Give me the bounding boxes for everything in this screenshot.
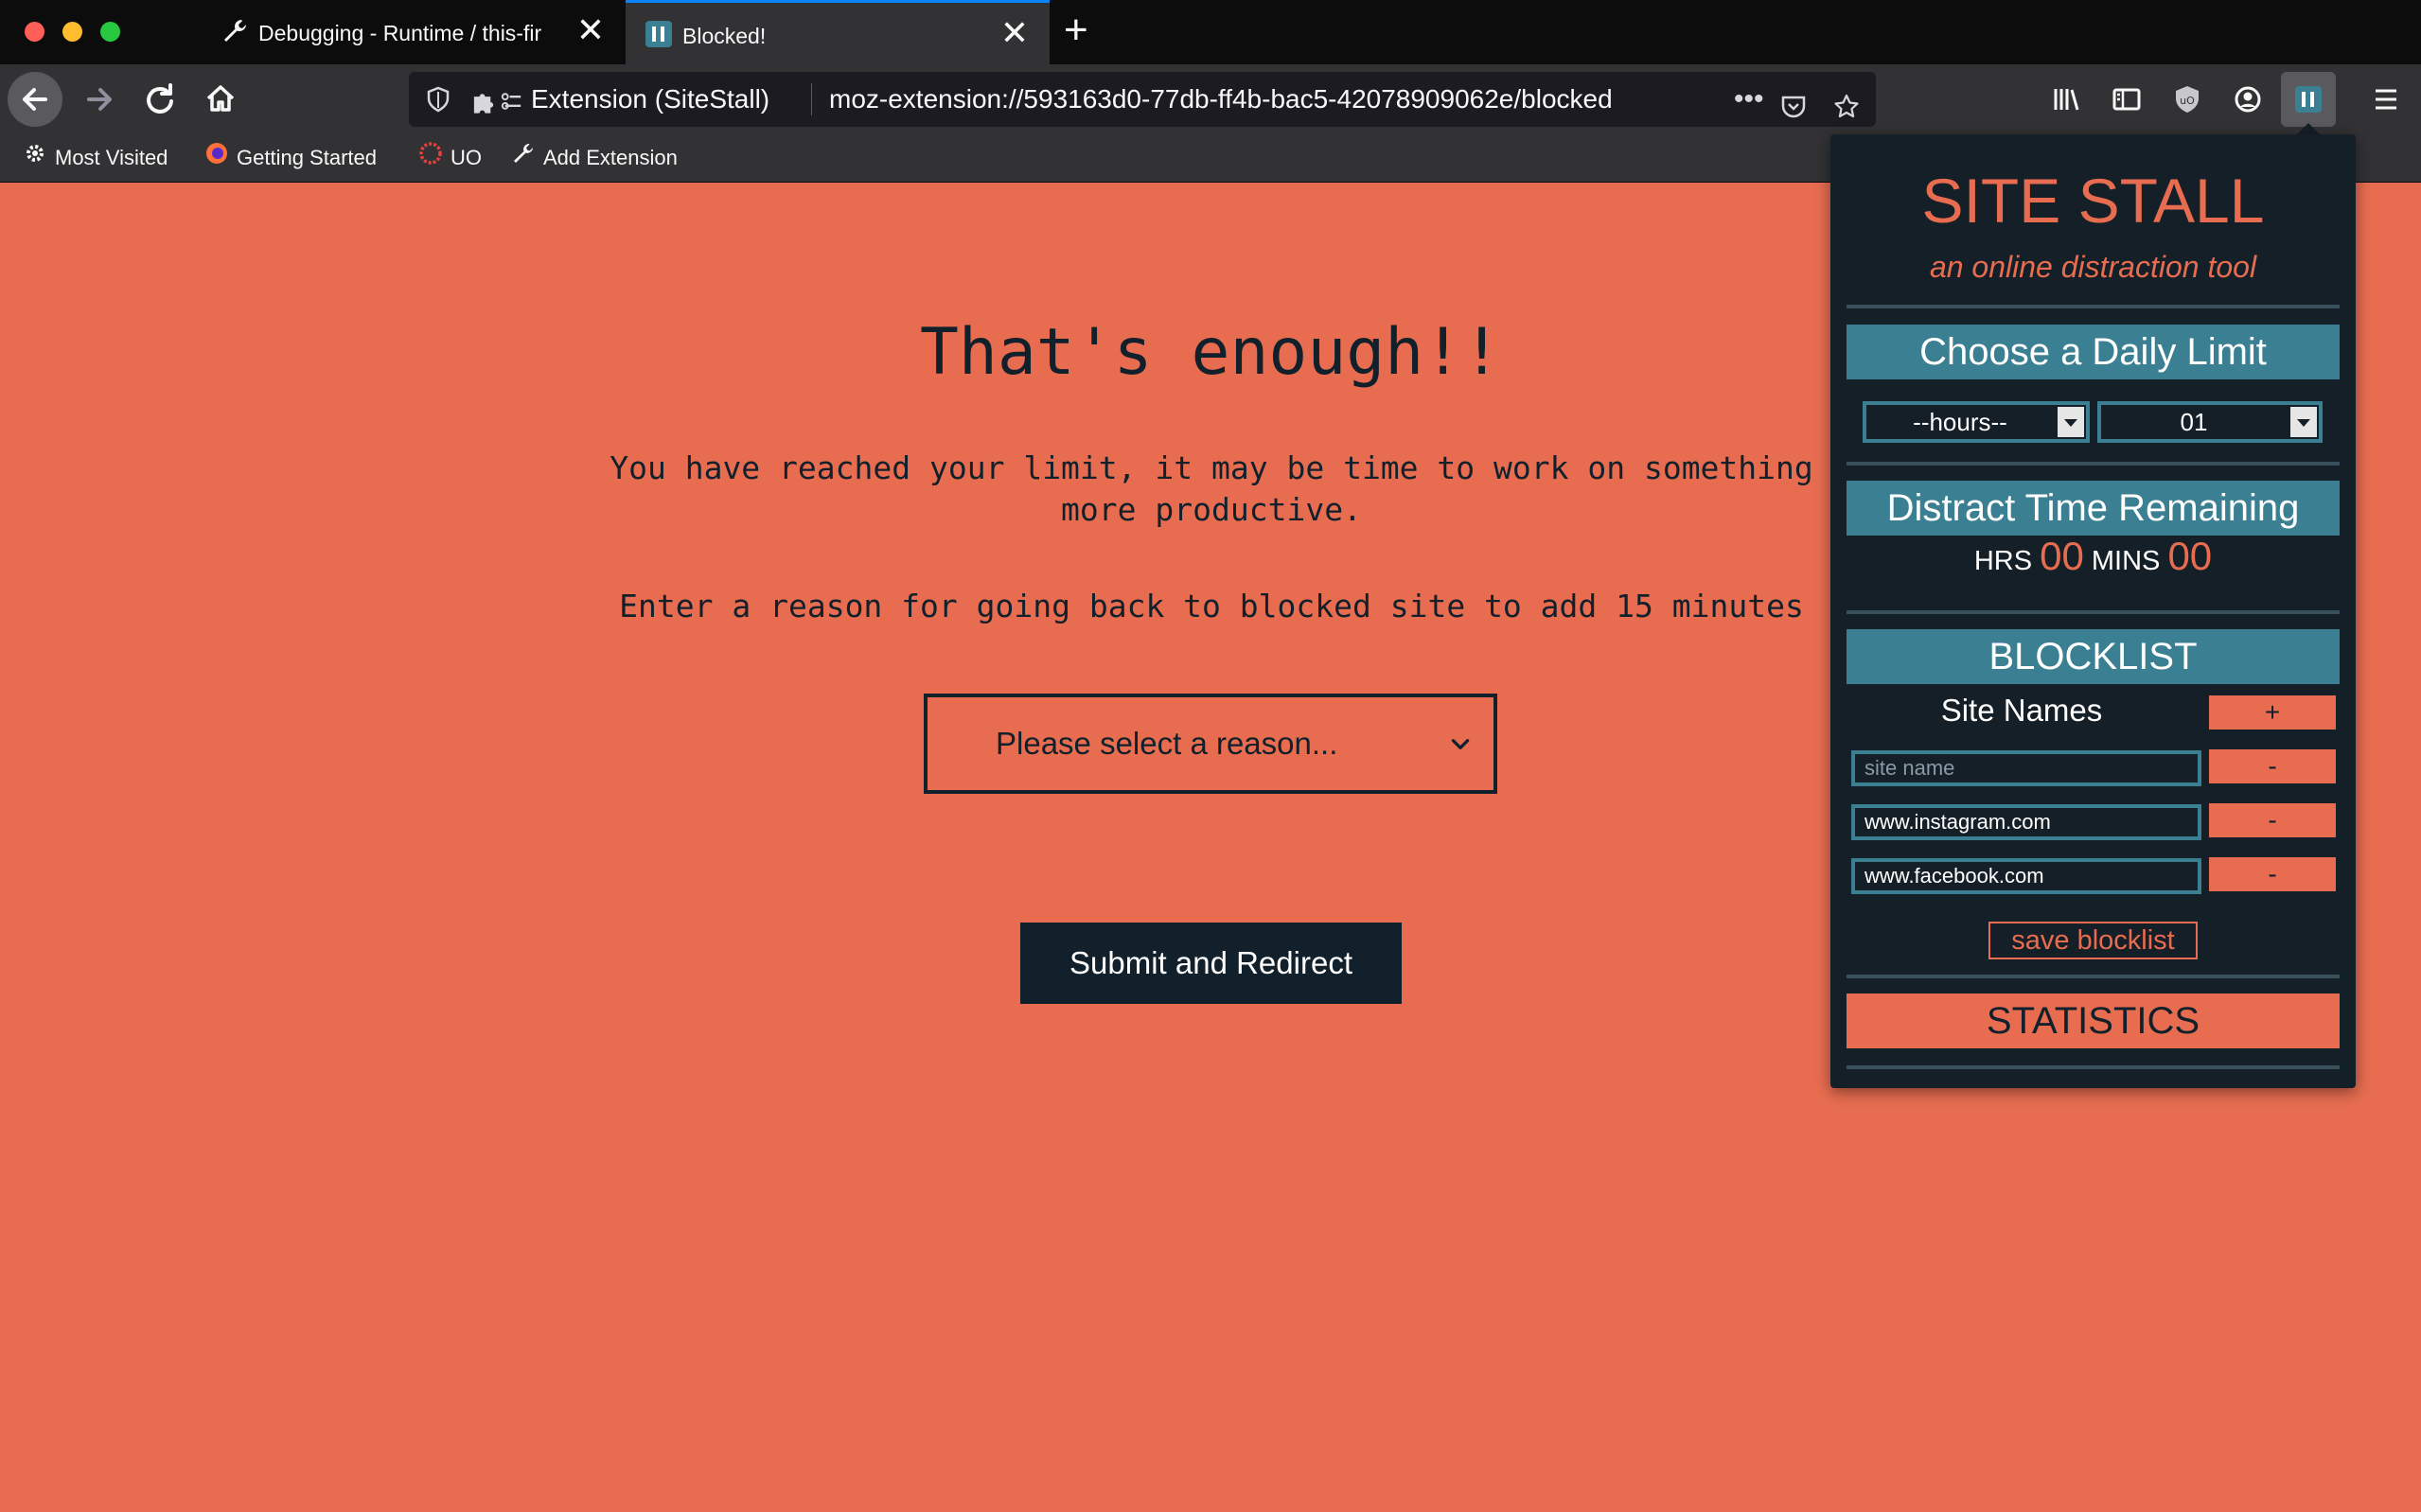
library-icon — [2054, 89, 2079, 111]
new-site-input[interactable]: site name — [1851, 750, 2201, 786]
bookmark-uo[interactable]: UO — [418, 134, 482, 182]
hamburger-menu-icon — [2376, 89, 2396, 110]
site-identity[interactable]: Extension (SiteStall) — [470, 72, 769, 127]
reload-icon — [147, 83, 173, 114]
close-window-button[interactable] — [25, 22, 44, 42]
hours-select-value: --hours-- — [1913, 408, 2007, 436]
bookmark-getting-started[interactable]: Getting Started — [204, 134, 377, 182]
sitestall-popup: SITE STALL an online distraction tool Ch… — [1830, 134, 2356, 1088]
page-actions-icon[interactable]: ••• — [1734, 72, 1764, 127]
mins-label: MINS — [2091, 546, 2161, 576]
menu-button[interactable] — [2359, 72, 2413, 127]
bookmark-most-visited[interactable]: Most Visited — [23, 134, 168, 182]
navigation-toolbar: Extension (SiteStall) moz-extension://59… — [0, 64, 2421, 134]
limit-message: You have reached your limit, it may be t… — [610, 449, 1813, 528]
url-text[interactable]: moz-extension://593163d0-77db-ff4b-bac5-… — [829, 72, 1662, 127]
close-tab-icon[interactable]: ✕ — [1000, 16, 1029, 50]
add-site-button[interactable]: + — [2209, 695, 2336, 730]
pocket-icon[interactable] — [1779, 85, 1808, 118]
tab-bar: Debugging - Runtime / this-firef ✕ Block… — [0, 0, 2421, 64]
divider — [1847, 305, 2340, 308]
extension-subtitle: an online distraction tool — [1929, 250, 2257, 284]
wrench-icon — [511, 135, 536, 183]
close-tab-icon[interactable]: ✕ — [576, 13, 605, 47]
tab-label: Debugging - Runtime / this-firef — [258, 21, 542, 45]
reason-instruction: Enter a reason for going back to blocked… — [619, 588, 1804, 624]
identity-label: Extension (SiteStall) — [531, 84, 770, 114]
divider — [1847, 462, 2340, 466]
forward-button[interactable] — [72, 72, 127, 127]
bookmark-add-extension[interactable]: Add Extension — [511, 134, 678, 182]
reload-button[interactable] — [133, 72, 187, 127]
sitestall-extension-button[interactable] — [2281, 72, 2336, 127]
account-icon — [2235, 86, 2261, 113]
sitestall-icon — [645, 21, 672, 47]
sidebar-icon — [2112, 88, 2141, 111]
mins-value: 00 — [2167, 534, 2213, 578]
time-remaining-readout: HRS 00 MINS 00 — [1830, 534, 2356, 579]
sidebar-button[interactable] — [2099, 72, 2154, 127]
uo-logo-icon — [418, 135, 443, 183]
url-bar[interactable]: Extension (SiteStall) moz-extension://59… — [409, 72, 1876, 127]
chevron-down-icon — [1451, 739, 1470, 749]
tab-debugging[interactable]: Debugging - Runtime / this-firef ✕ — [202, 0, 626, 64]
divider — [1847, 610, 2340, 614]
tab-blocked[interactable]: Blocked! ✕ — [626, 0, 1050, 64]
new-tab-button[interactable]: + — [1064, 9, 1088, 51]
blocklist-heading: BLOCKLIST — [1847, 629, 2340, 684]
time-remaining-heading: Distract Time Remaining — [1847, 481, 2340, 536]
gear-icon — [23, 135, 47, 183]
url-divider — [811, 83, 812, 115]
sitestall-icon — [2295, 86, 2322, 113]
minutes-select[interactable]: 01 — [2097, 401, 2323, 443]
home-button[interactable] — [193, 72, 248, 127]
firefox-icon — [204, 135, 229, 183]
minutes-select-value: 01 — [2180, 408, 2208, 436]
ublock-icon: uO — [2176, 86, 2199, 113]
minimize-window-button[interactable] — [62, 22, 82, 42]
daily-limit-heading: Choose a Daily Limit — [1847, 325, 2340, 379]
back-button[interactable] — [8, 72, 62, 127]
zoom-window-button[interactable] — [100, 22, 120, 42]
dropdown-arrow-icon — [2290, 407, 2317, 437]
remove-site-button[interactable]: - — [2209, 803, 2336, 837]
home-icon — [206, 85, 235, 112]
arrow-left-icon — [23, 88, 47, 111]
bookmark-star-icon[interactable] — [1832, 85, 1861, 118]
submit-redirect-button[interactable]: Submit and Redirect — [1020, 923, 1402, 1004]
account-button[interactable] — [2220, 72, 2275, 127]
wrench-icon — [224, 20, 246, 42]
hrs-label: HRS — [1973, 546, 2033, 576]
reason-select-value: Please select a reason... — [996, 726, 1338, 761]
tab-label: Blocked! — [682, 24, 767, 48]
ublock-button[interactable]: uO — [2160, 72, 2215, 127]
shield-icon[interactable] — [424, 85, 452, 114]
dropdown-arrow-icon — [2058, 407, 2084, 437]
extension-title: SITE STALL — [1921, 166, 2265, 236]
svg-text:uO: uO — [2180, 95, 2195, 107]
library-button[interactable] — [2039, 72, 2094, 127]
statistics-heading[interactable]: STATISTICS — [1847, 993, 2340, 1048]
site-input-facebook[interactable]: www.facebook.com — [1851, 858, 2201, 894]
remove-site-button[interactable]: - — [2209, 749, 2336, 783]
reason-select[interactable]: Please select a reason... — [924, 694, 1497, 794]
site-names-label: Site Names — [1940, 693, 2103, 728]
arrow-right-icon — [87, 88, 112, 111]
divider — [1847, 975, 2340, 978]
remove-site-button[interactable]: - — [2209, 857, 2336, 891]
site-input-instagram[interactable]: www.instagram.com — [1851, 804, 2201, 840]
divider — [1847, 1065, 2340, 1069]
extension-puzzle-icon — [473, 92, 521, 114]
hrs-value: 00 — [2040, 534, 2084, 578]
hours-select[interactable]: --hours-- — [1863, 401, 2090, 443]
save-blocklist-button[interactable]: save blocklist — [1988, 922, 2198, 959]
